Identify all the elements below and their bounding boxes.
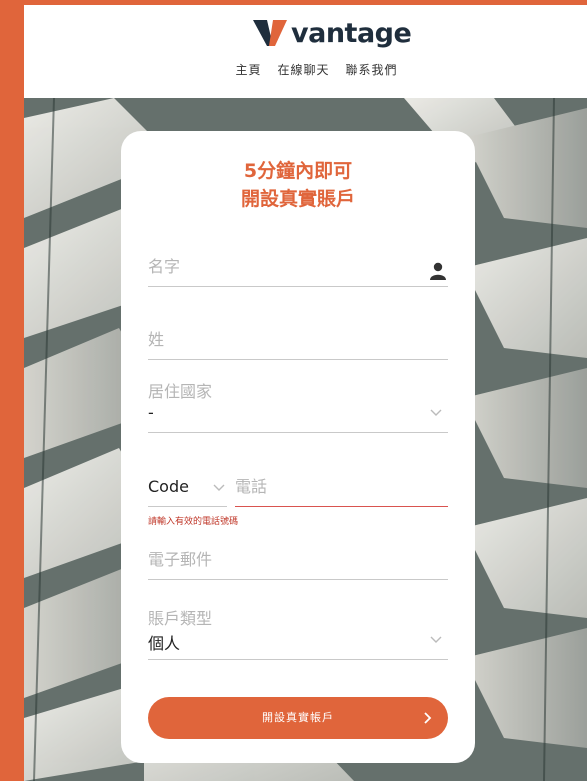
header: vantage 主頁 在線聊天 聯系我們 bbox=[24, 5, 587, 98]
account-type-select[interactable]: 賬戶類型 個人 bbox=[148, 608, 448, 660]
phone-input[interactable]: 電話 bbox=[235, 473, 448, 507]
country-code-underline bbox=[148, 506, 227, 507]
page-frame-left bbox=[0, 0, 24, 781]
open-live-account-button[interactable]: 開設真實帳戶 bbox=[148, 697, 448, 739]
account-type-label: 賬戶類型 bbox=[148, 609, 213, 628]
form-title: 5分鐘內即可 開設真實賬戶 bbox=[121, 157, 475, 213]
first-name-placeholder: 名字 bbox=[148, 257, 181, 276]
account-type-value: 個人 bbox=[148, 634, 181, 653]
chevron-down-icon bbox=[430, 636, 442, 643]
form-title-line1: 5分鐘內即可 bbox=[243, 160, 353, 182]
last-name-field[interactable]: 姓 bbox=[148, 323, 448, 360]
chevron-down-icon bbox=[430, 409, 442, 416]
first-name-field[interactable]: 名字 bbox=[148, 250, 448, 287]
nav-live-chat[interactable]: 在線聊天 bbox=[277, 61, 329, 78]
country-code-select[interactable]: Code bbox=[148, 477, 189, 496]
email-placeholder: 電子郵件 bbox=[148, 550, 213, 569]
person-icon bbox=[430, 262, 446, 280]
nav-contact-us[interactable]: 聯系我們 bbox=[346, 61, 398, 78]
phone-placeholder: 電話 bbox=[235, 477, 268, 496]
country-value: - bbox=[148, 403, 154, 422]
phone-row: Code 電話 bbox=[148, 473, 448, 507]
country-label: 居住國家 bbox=[148, 382, 213, 401]
form-title-line2: 開設真實賬戶 bbox=[240, 188, 355, 210]
last-name-placeholder: 姓 bbox=[148, 330, 165, 349]
submit-label: 開設真實帳戶 bbox=[262, 712, 334, 724]
phone-error-message: 請輸入有效的電話號碼 bbox=[148, 517, 239, 527]
signup-card: 5分鐘內即可 開設真實賬戶 名字 姓 居住國家 - Code 電話 請輸入有效的… bbox=[121, 131, 475, 763]
country-select[interactable]: 居住國家 - bbox=[148, 381, 448, 433]
chevron-down-icon bbox=[213, 484, 225, 491]
top-nav: 主頁 在線聊天 聯系我們 bbox=[24, 61, 587, 78]
logo-text: vantage bbox=[291, 17, 412, 49]
chevron-right-icon bbox=[424, 712, 432, 724]
nav-home[interactable]: 主頁 bbox=[235, 61, 261, 78]
vantage-logo-icon bbox=[253, 20, 287, 46]
logo[interactable]: vantage bbox=[253, 13, 412, 53]
email-field[interactable]: 電子郵件 bbox=[148, 543, 448, 580]
